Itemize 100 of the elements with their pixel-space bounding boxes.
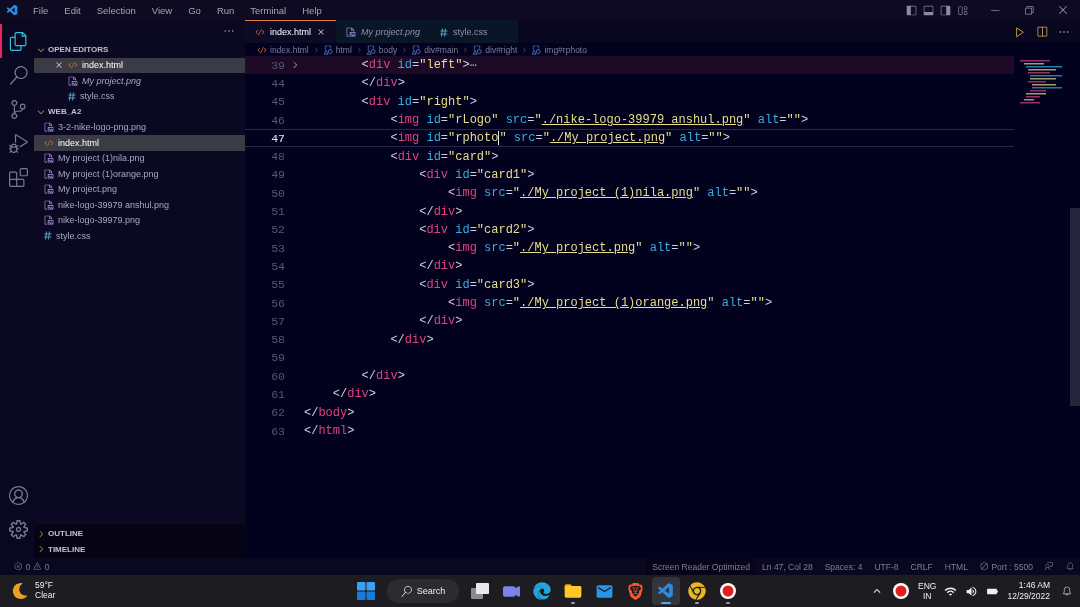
- file-link[interactable]: ./My project.png: [520, 241, 636, 256]
- status-item[interactable]: HTML: [938, 558, 974, 575]
- cube-icon: [322, 44, 333, 55]
- minimap-drawing[interactable]: [1020, 60, 1064, 106]
- code-line: </html>: [304, 424, 355, 439]
- breadcrumb-item[interactable]: div#right: [485, 44, 518, 55]
- section-title[interactable]: TIMELINE: [48, 544, 86, 554]
- code-line: <img src="./My project (1)nila.png" alt="">: [447, 186, 758, 201]
- code-line: <div id="card3">: [418, 277, 535, 292]
- code-line: </div>: [418, 259, 463, 274]
- file-link[interactable]: ./My project (1)nila.png: [520, 186, 693, 201]
- explorer-entry[interactable]: 3-2-nike-logo-png.png: [34, 119, 245, 135]
- explorer-entry[interactable]: nike-logo-39979.png: [34, 212, 245, 228]
- search-button[interactable]: Search: [387, 579, 459, 603]
- explorer-entry[interactable]: index.html: [34, 57, 245, 73]
- file-link[interactable]: ./nike-logo-39979 anshul.png: [541, 113, 744, 128]
- line-number: 39: [270, 58, 285, 72]
- code-editor-icon: [657, 582, 675, 600]
- code-line: <div id="right">: [360, 94, 477, 109]
- status-item[interactable]: Spaces: 4: [818, 558, 869, 575]
- menu-item[interactable]: View: [143, 4, 181, 16]
- cube-icon: [472, 44, 483, 55]
- code-line: <img id="rphoto" src="./My project.png" alt="">: [389, 131, 730, 146]
- line-number: 60: [270, 369, 285, 383]
- status-item[interactable]: Screen Reader Optimized: [646, 558, 757, 575]
- explorer-entry[interactable]: nike-logo-39979 anshul.png: [34, 197, 245, 213]
- file-link[interactable]: ./My project (1)orange.png: [520, 296, 708, 310]
- section-title[interactable]: OUTLINE: [48, 529, 84, 539]
- line-number: 53: [270, 241, 285, 255]
- split-editor-icon[interactable]: [1036, 25, 1048, 38]
- explorer-entry[interactable]: index.html: [34, 135, 245, 151]
- line-number: 45: [270, 95, 285, 109]
- explorer-entry[interactable]: My project.png: [34, 73, 245, 89]
- breadcrumb-item[interactable]: body: [378, 44, 398, 55]
- moon-icon: [12, 583, 28, 599]
- temperature: 59°F: [35, 581, 55, 591]
- line-number: 63: [270, 424, 285, 438]
- menu-item[interactable]: Run: [208, 4, 243, 16]
- hash-icon: [44, 231, 52, 241]
- close-icon[interactable]: [316, 27, 327, 37]
- explorer-entry[interactable]: My project (1)nila.png: [34, 150, 245, 166]
- menu-item[interactable]: Go: [180, 4, 209, 16]
- language-indicator[interactable]: ENG IN: [918, 580, 937, 602]
- breadcrumb-item[interactable]: div#main: [424, 44, 459, 55]
- section-title[interactable]: OPEN EDITORS: [48, 45, 109, 55]
- line-number: 56: [270, 296, 285, 310]
- code-line: <div id="card">: [389, 149, 499, 164]
- status-item[interactable]: Port : 5500: [973, 558, 1039, 575]
- code-line: </div>: [418, 204, 463, 219]
- code-line: <div id="card2">: [418, 222, 535, 237]
- bell-icon[interactable]: [1062, 586, 1072, 596]
- problems-indicator[interactable]: 0 0: [8, 558, 56, 575]
- menu-item[interactable]: Selection: [88, 4, 144, 16]
- code-icon: [257, 44, 267, 55]
- play-icon[interactable]: [1014, 25, 1026, 38]
- warning-icon: [33, 562, 42, 571]
- editor-tab[interactable]: My project.png: [336, 20, 431, 43]
- status-item[interactable]: UTF-8: [868, 558, 905, 575]
- breadcrumb-item[interactable]: index.html: [270, 44, 309, 55]
- status-item[interactable]: CRLF: [904, 558, 939, 575]
- line-number: 50: [270, 186, 285, 200]
- explorer-entry[interactable]: My project (1)orange.png: [34, 166, 245, 182]
- explorer-entry[interactable]: style.css: [34, 88, 245, 104]
- lion-icon: [626, 582, 644, 600]
- status-item[interactable]: Ln 47, Col 28: [756, 558, 819, 575]
- menu-item[interactable]: Terminal: [242, 4, 295, 16]
- error-icon: [14, 562, 23, 571]
- line-number: 49: [270, 168, 285, 182]
- file-link[interactable]: ./My project.png: [549, 131, 666, 146]
- line-number: 55: [270, 278, 285, 292]
- task-view-icon: [471, 583, 489, 599]
- code-line: <div id="left">⋯: [360, 57, 477, 73]
- cube-icon: [531, 44, 542, 55]
- record-icon: [892, 582, 911, 600]
- line-number: 58: [270, 333, 285, 347]
- section-title[interactable]: WEB_A2: [48, 107, 82, 117]
- windows-logo-icon: [357, 582, 375, 600]
- blocked-icon: [979, 562, 989, 571]
- explorer-entry[interactable]: My project.png: [34, 181, 245, 197]
- layout-icon[interactable]: [957, 4, 968, 16]
- code-line: <img src="./My project.png" alt="">: [447, 241, 701, 256]
- browser-icon: [533, 582, 551, 600]
- wifi-icon[interactable]: [944, 584, 958, 598]
- search-icon: [400, 585, 412, 597]
- menu-item[interactable]: Help: [294, 4, 330, 16]
- breadcrumb-item[interactable]: html: [335, 44, 352, 55]
- editor-tab[interactable]: index.html: [245, 20, 337, 43]
- volume-icon[interactable]: [965, 584, 979, 598]
- code-line: <div id="card1">: [418, 167, 535, 182]
- breadcrumb-item[interactable]: img#rphoto: [544, 44, 587, 55]
- explorer-entry[interactable]: style.css: [34, 228, 245, 244]
- editor-tab[interactable]: style.css: [430, 20, 519, 43]
- line-number: 44: [270, 76, 285, 90]
- code-icon: [68, 60, 78, 71]
- scrollbar-thumb[interactable]: [1070, 208, 1080, 406]
- menu-item[interactable]: File: [25, 4, 57, 16]
- clock[interactable]: 1:46 AM 12/29/2022: [1007, 580, 1050, 602]
- weather-condition: Clear: [35, 591, 56, 601]
- folder-icon: [563, 581, 583, 601]
- menu-item[interactable]: Edit: [56, 4, 89, 16]
